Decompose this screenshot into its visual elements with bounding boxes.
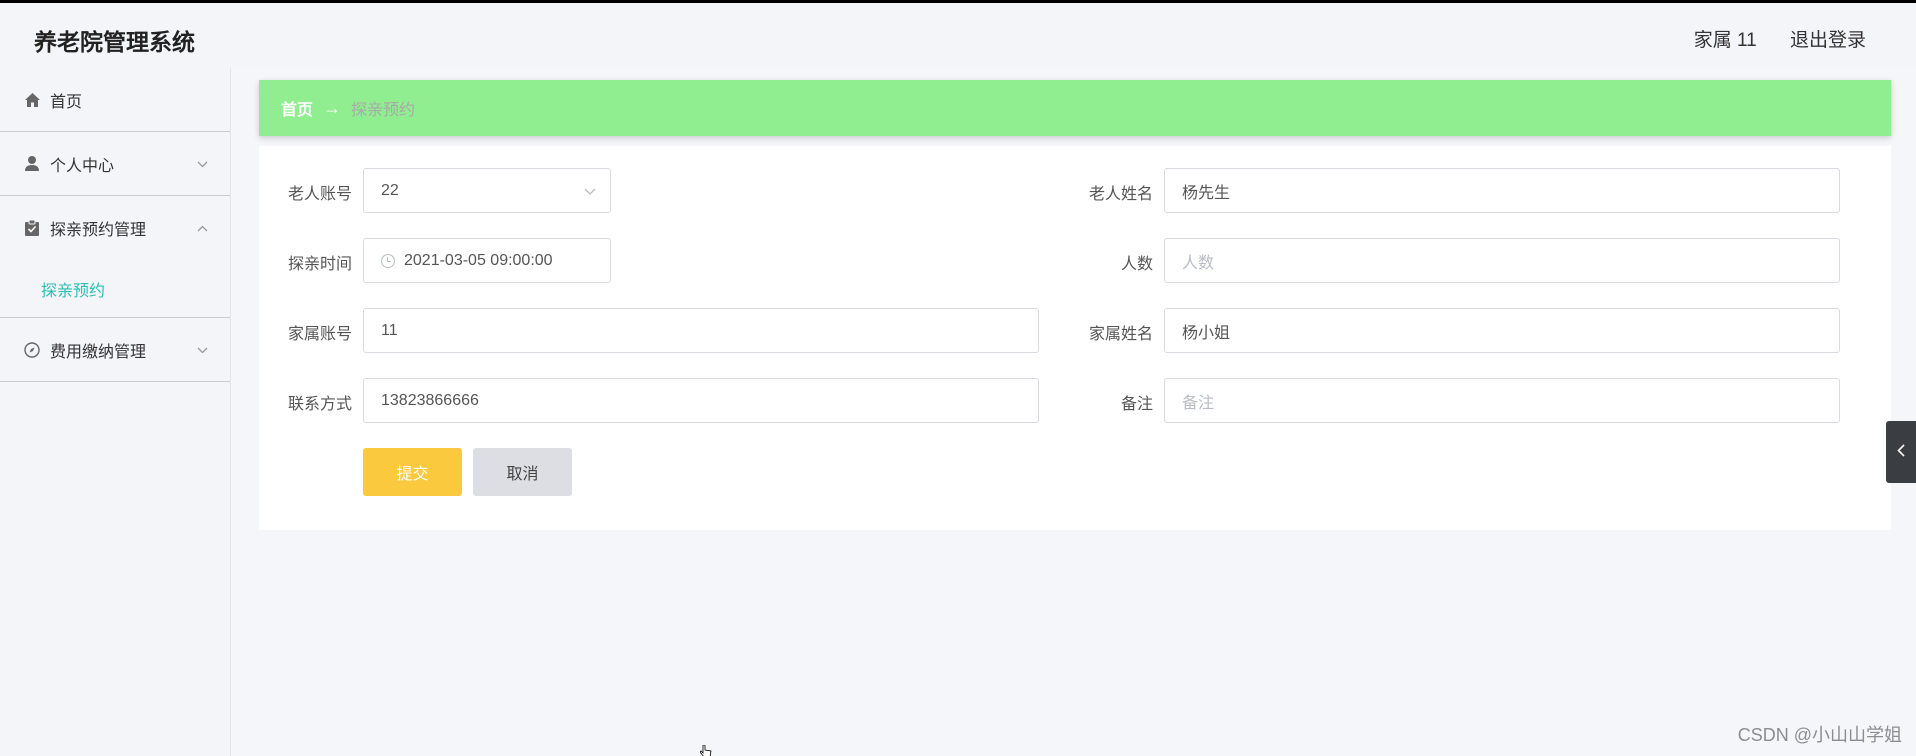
- contact-label: 联系方式: [287, 396, 352, 413]
- cancel-button[interactable]: 取消: [473, 448, 572, 496]
- elder-name-field[interactable]: 杨先生: [1164, 168, 1840, 213]
- family-name-field[interactable]: 杨小姐: [1164, 308, 1840, 353]
- breadcrumb: 首页 → 探亲预约: [259, 80, 1891, 136]
- family-name-label: 家属姓名: [1088, 326, 1153, 343]
- sidebar-item-label: 首页: [50, 93, 83, 111]
- chevron-down-icon: [197, 341, 208, 359]
- contact-field[interactable]: 13823866666: [363, 378, 1039, 423]
- sidebar-item-fee-management[interactable]: 费用缴纳管理: [0, 318, 230, 382]
- sidebar-item-visit-management[interactable]: 探亲预约管理: [0, 196, 230, 260]
- user-area: 家属 11 退出登录: [1666, 25, 1866, 52]
- sidebar-item-label: 探亲预约管理: [50, 222, 147, 239]
- family-name-value: 杨小姐: [1182, 324, 1231, 342]
- family-account-value: 11: [381, 321, 398, 339]
- breadcrumb-arrow: →: [323, 97, 342, 118]
- family-account-label: 家属账号: [287, 326, 352, 343]
- remark-placeholder: 备注: [1182, 394, 1215, 412]
- people-label: 人数: [1120, 256, 1153, 273]
- people-field[interactable]: 人数: [1164, 238, 1840, 283]
- visit-time-label: 探亲时间: [287, 256, 352, 273]
- elder-account-label: 老人账号: [287, 186, 352, 203]
- sidebar-item-label: 费用缴纳管理: [50, 343, 147, 361]
- home-icon: [24, 92, 40, 108]
- elder-name-label: 老人姓名: [1088, 186, 1153, 203]
- elder-account-value: 22: [381, 181, 399, 199]
- user-icon: [24, 156, 40, 172]
- remark-field[interactable]: 备注: [1164, 378, 1840, 423]
- side-panel-toggle[interactable]: [1886, 421, 1916, 483]
- people-placeholder: 人数: [1182, 254, 1215, 272]
- submit-button[interactable]: 提交: [363, 448, 462, 496]
- sidebar: 首页 个人中心 探亲预约管理 探亲预约 费用缴纳管理: [0, 68, 231, 756]
- chevron-up-icon: [197, 219, 208, 237]
- visit-time-value: 2021-03-05 09:00:00: [404, 251, 553, 269]
- contact-value: 13823866666: [381, 391, 479, 409]
- chevron-down-icon: [197, 155, 208, 173]
- elder-account-select[interactable]: 22: [363, 168, 611, 213]
- breadcrumb-current: 探亲预约: [351, 102, 416, 119]
- family-account-field[interactable]: 11: [363, 308, 1039, 353]
- app-title: 养老院管理系统: [34, 29, 195, 55]
- app-header: 养老院管理系统 家属 11 退出登录: [0, 3, 1916, 68]
- chevron-down-icon: [584, 182, 596, 200]
- logout-link[interactable]: 退出登录: [1790, 30, 1866, 51]
- sidebar-item-personal[interactable]: 个人中心: [0, 132, 230, 196]
- main-content: 首页 → 探亲预约 老人账号 22 老人姓名 杨先生 探亲时间 2021-03-…: [259, 80, 1891, 530]
- mouse-cursor-icon: [699, 744, 712, 756]
- remark-label: 备注: [1120, 396, 1153, 413]
- current-user[interactable]: 家属 11: [1694, 30, 1757, 51]
- elder-name-value: 杨先生: [1182, 184, 1231, 202]
- chevron-left-icon: [1897, 443, 1905, 461]
- clock-icon: [381, 253, 395, 268]
- compass-icon: [24, 341, 40, 358]
- sidebar-subitem-visit-booking[interactable]: 探亲预约: [0, 260, 230, 318]
- visit-booking-form: 老人账号 22 老人姓名 杨先生 探亲时间 2021-03-05 09:00:0…: [259, 146, 1891, 530]
- sidebar-item-home[interactable]: 首页: [0, 68, 230, 132]
- sidebar-item-label: 个人中心: [50, 157, 115, 175]
- watermark: CSDN @小山山学姐: [1737, 725, 1902, 745]
- clipboard-icon: [24, 220, 40, 236]
- visit-time-picker[interactable]: 2021-03-05 09:00:00: [363, 238, 611, 283]
- breadcrumb-home[interactable]: 首页: [281, 96, 313, 120]
